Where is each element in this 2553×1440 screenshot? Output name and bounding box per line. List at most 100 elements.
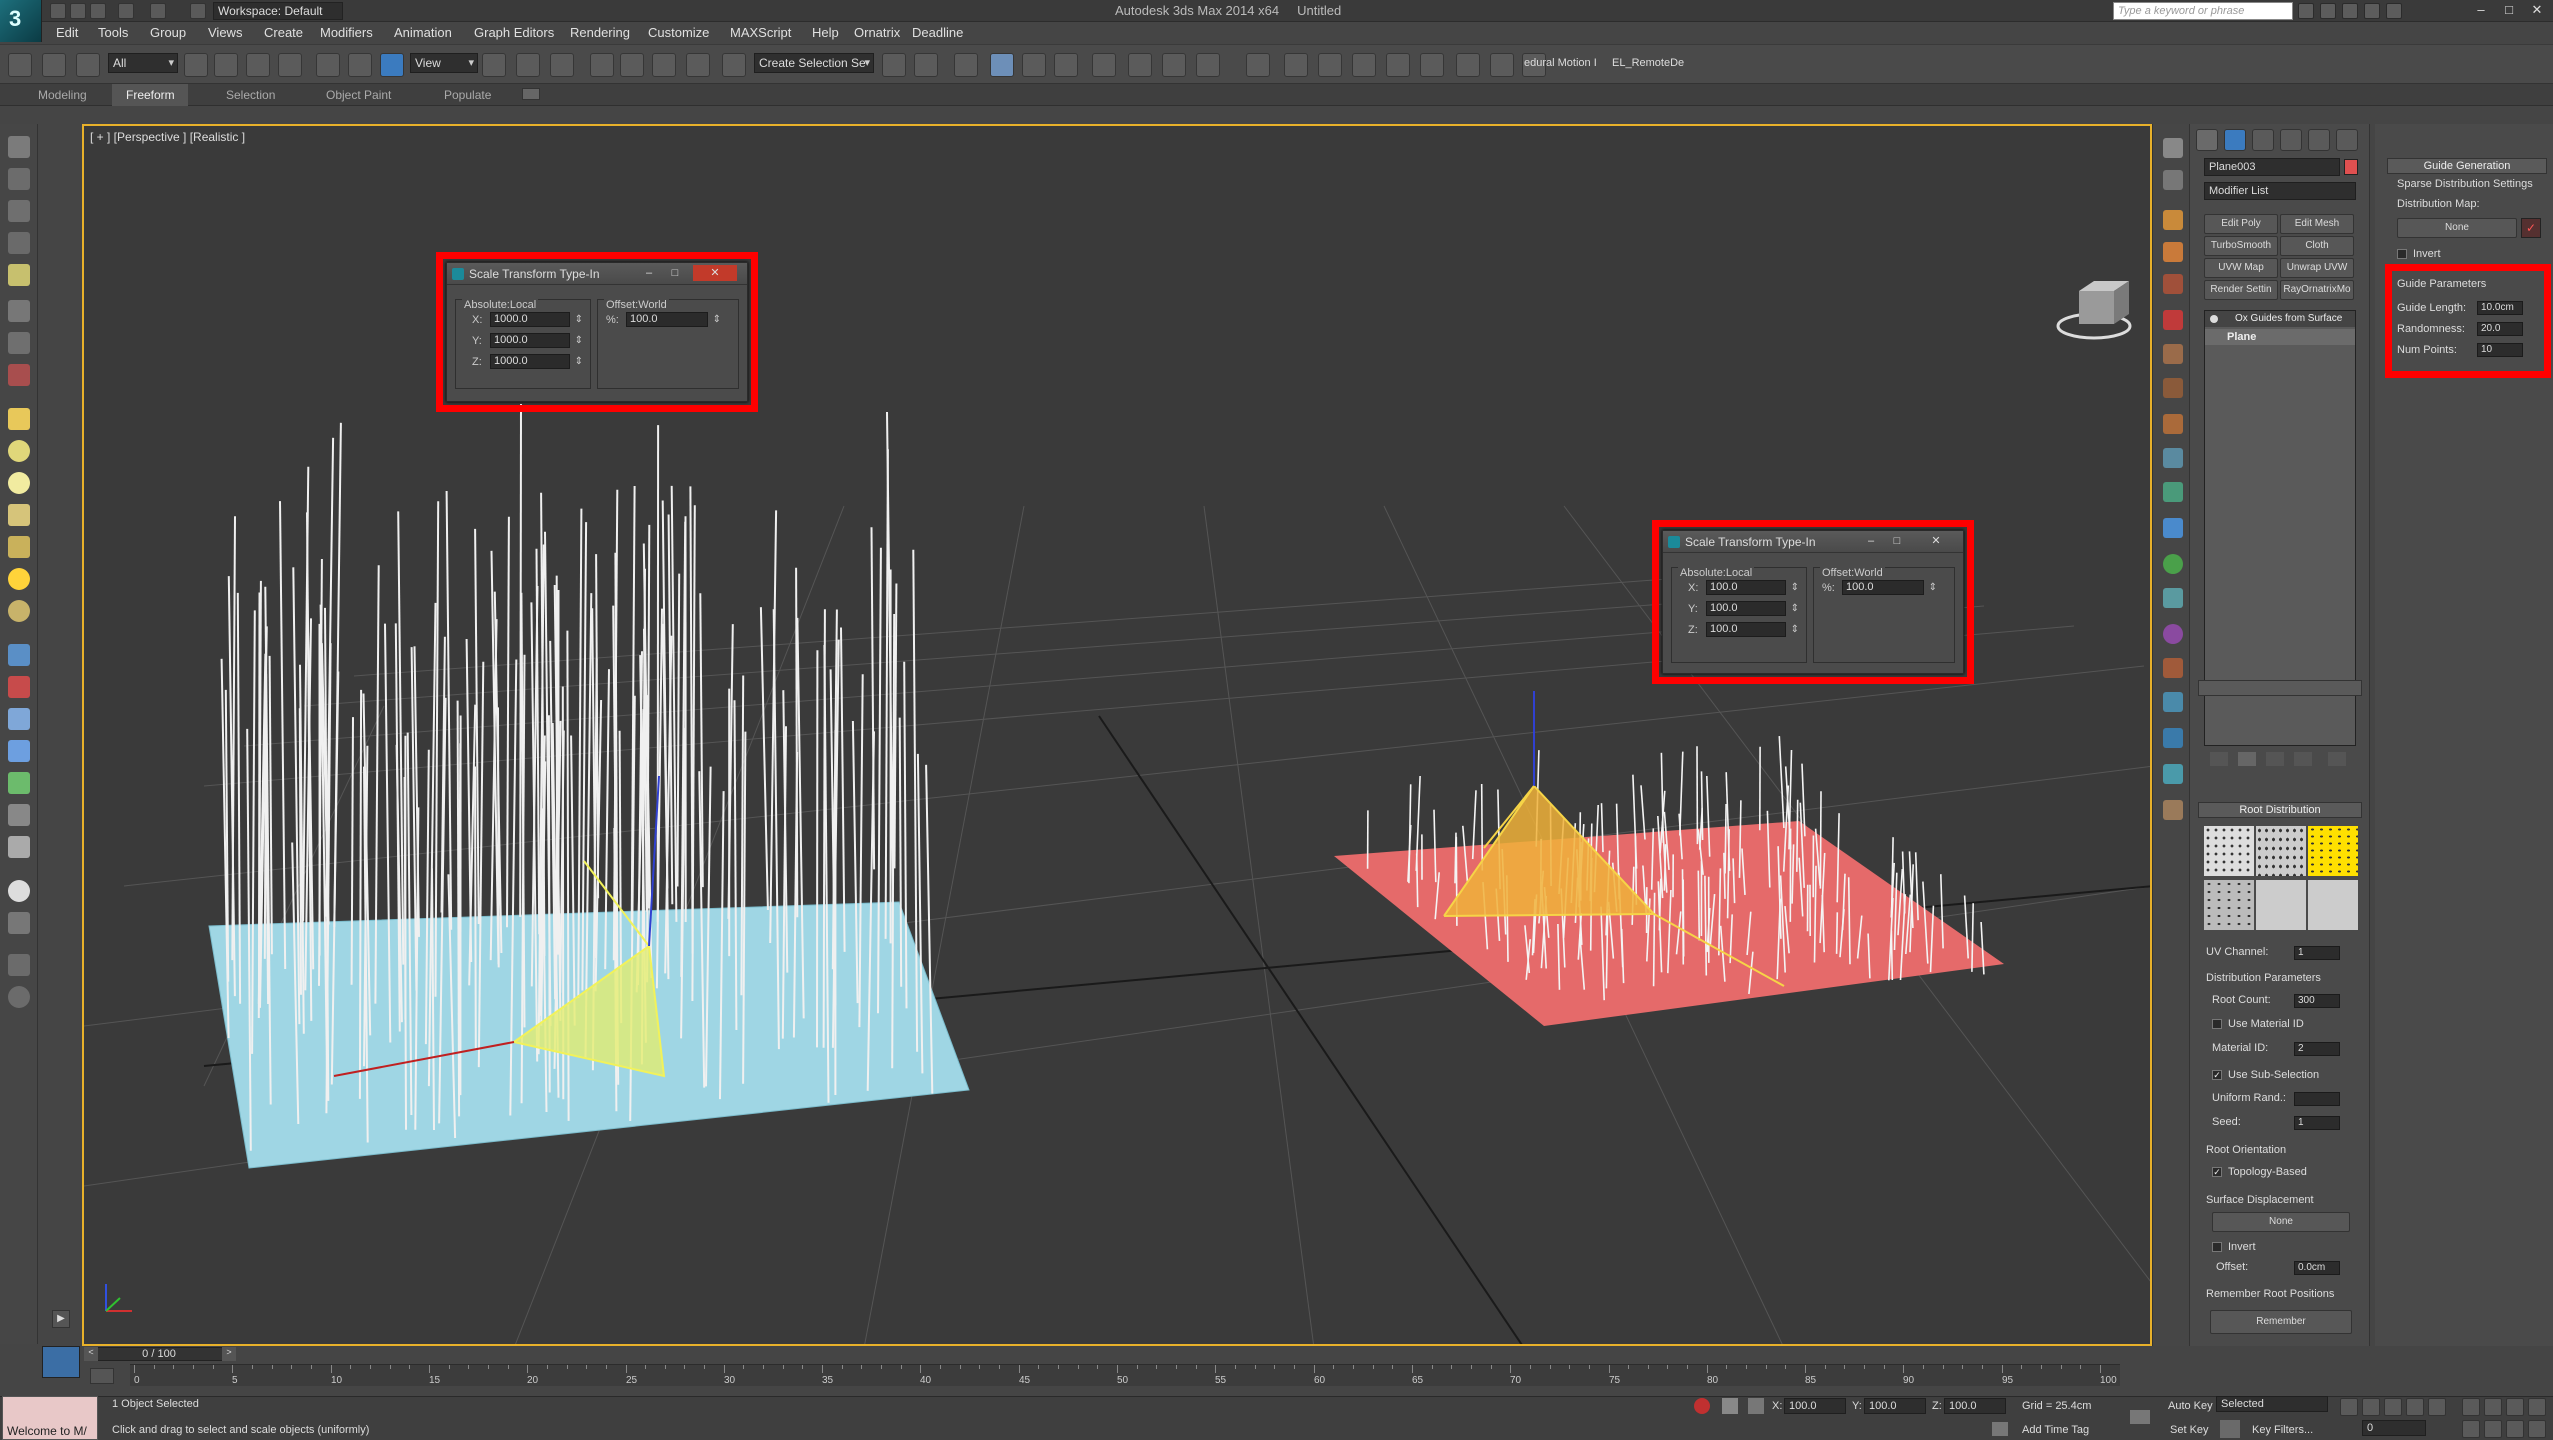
configure-sets-icon[interactable] [2328, 752, 2346, 766]
time-slider[interactable]: 0 / 100 [84, 1347, 234, 1361]
field-of-view-icon[interactable] [2462, 1420, 2480, 1438]
menu-tools[interactable]: Tools [98, 25, 128, 40]
grid-icon[interactable] [8, 232, 30, 254]
menu-help[interactable]: Help [812, 25, 839, 40]
render-setup-icon[interactable] [1128, 53, 1152, 77]
go-to-end-icon[interactable] [2428, 1398, 2446, 1416]
menu-deadline[interactable]: Deadline [912, 25, 963, 40]
hair-comb-icon[interactable] [1386, 53, 1410, 77]
perspective-viewport[interactable]: [ + ] [Perspective ] [Realistic ] [82, 124, 2152, 1346]
frame-arrow-icon[interactable] [1490, 53, 1514, 77]
rect-selection-icon[interactable] [246, 53, 270, 77]
named-selection-dropdown[interactable]: Create Selection Se [754, 53, 874, 73]
menu-views[interactable]: Views [208, 25, 242, 40]
zoom-icon[interactable] [2462, 1398, 2480, 1416]
select-object-icon[interactable] [184, 53, 208, 77]
uniform-rand-spinner[interactable] [2294, 1092, 2340, 1106]
scene-explorer-icon[interactable] [8, 136, 30, 158]
distribution-random-icon[interactable] [2256, 826, 2306, 876]
favorites-icon[interactable] [2364, 3, 2380, 19]
strip-icon-16[interactable] [2163, 658, 2183, 678]
make-unique-icon[interactable] [2266, 752, 2284, 766]
angle-snap-icon[interactable] [620, 53, 644, 77]
distribution-vertex-icon[interactable] [2204, 880, 2254, 930]
sun-icon[interactable] [8, 568, 30, 590]
add-time-tag[interactable]: Add Time Tag [2022, 1424, 2089, 1436]
help-circle-icon[interactable] [8, 986, 30, 1008]
pin-stack-icon[interactable] [2210, 752, 2228, 766]
dialog-2-x-field[interactable]: 100.0 [1706, 580, 1799, 595]
offset-spinner[interactable]: 0.0cm [2294, 1261, 2340, 1275]
edit-poly-button[interactable]: Edit Poly [2204, 214, 2278, 234]
hair-brush-icon[interactable] [1352, 53, 1376, 77]
trackbar[interactable]: 0 5 10 15 20 25 30 35 40 45 50 55 60 65 70 75 80 85 90 95 10… [130, 1364, 2120, 1386]
cloth-icon[interactable] [1318, 53, 1342, 77]
stack-item-ox-guides[interactable]: Ox Guides from Surface [2205, 311, 2355, 327]
keyboard-shortcut-icon[interactable] [550, 53, 574, 77]
strip-icon-8[interactable] [2163, 378, 2183, 398]
cone-icon[interactable] [8, 440, 30, 462]
particle-icon[interactable] [8, 644, 30, 666]
mini-curve-editor-icon[interactable] [42, 1346, 80, 1378]
ray-ornatrix-button[interactable]: RayOrnatrixMo [2280, 280, 2354, 300]
geosphere-icon[interactable] [8, 600, 30, 622]
tab-modeling[interactable]: Modeling [24, 84, 101, 106]
container-icon[interactable] [1246, 53, 1270, 77]
uvw-map-button[interactable]: UVW Map [2204, 258, 2278, 278]
dialog-1-close-icon[interactable]: ✕ [693, 265, 737, 281]
strip-icon-7[interactable] [2163, 344, 2183, 364]
maxscript-mini-listener[interactable]: Welcome to M/ [2, 1396, 98, 1440]
new-file-icon[interactable] [50, 3, 66, 19]
box-icon[interactable] [8, 408, 30, 430]
coord-x-field[interactable]: 100.0 [1784, 1398, 1846, 1414]
display-tab-icon[interactable] [2308, 129, 2330, 151]
bones-icon[interactable] [8, 708, 30, 730]
distribution-guides-icon[interactable] [2308, 880, 2358, 930]
absolute-mode-icon[interactable] [1748, 1398, 1764, 1414]
isolate-icon[interactable] [1694, 1398, 1710, 1414]
dialog-1-maximize-icon[interactable]: □ [663, 265, 687, 281]
dynamics-icon[interactable] [8, 676, 30, 698]
dialog-2-z-field[interactable]: 100.0 [1706, 622, 1799, 637]
timeline-settings-icon[interactable] [90, 1368, 114, 1384]
ref-coord-dropdown[interactable]: View [410, 53, 478, 73]
menu-edit[interactable]: Edit [56, 25, 78, 40]
maxscript-listener-icon[interactable]: ▶ [52, 1310, 70, 1328]
utilities-tab-icon[interactable] [2336, 129, 2358, 151]
strip-icon-13[interactable] [2163, 554, 2183, 574]
strip-icon-18[interactable] [2163, 728, 2183, 748]
material-editor-icon[interactable] [1092, 53, 1116, 77]
use-material-id-checkbox[interactable] [2212, 1019, 2222, 1029]
dialog-1-minimize-icon[interactable]: – [637, 265, 661, 281]
menu-modifiers[interactable]: Modifiers [320, 25, 373, 40]
dialog-2-y-field[interactable]: 100.0 [1706, 601, 1799, 616]
go-to-start-icon[interactable] [2340, 1398, 2358, 1416]
distribution-uniform-icon[interactable] [2204, 826, 2254, 876]
help-icon[interactable] [2386, 3, 2402, 19]
menu-graph-editors[interactable]: Graph Editors [474, 25, 554, 40]
helper-icon[interactable] [8, 300, 30, 322]
lock-selection-icon[interactable] [1722, 1398, 1738, 1414]
key-mode-dropdown[interactable]: Selected [2216, 1396, 2328, 1412]
tab-object-paint[interactable]: Object Paint [312, 84, 405, 106]
dialog-1-percent-field[interactable]: 100.0 [626, 312, 721, 327]
tab-populate[interactable]: Populate [430, 84, 505, 106]
strip-icon-19[interactable] [2163, 764, 2183, 784]
distribution-face-icon[interactable] [2308, 826, 2358, 876]
next-frame-icon[interactable] [2406, 1398, 2424, 1416]
spacewarp-icon[interactable] [8, 332, 30, 354]
zoom-extents-all-icon[interactable] [2528, 1398, 2546, 1416]
foliage-icon[interactable] [8, 772, 30, 794]
save-file-icon[interactable] [90, 3, 106, 19]
create-tab-icon[interactable] [2196, 129, 2218, 151]
select-manipulate-icon[interactable] [516, 53, 540, 77]
set-key-icon[interactable] [2220, 1420, 2240, 1438]
strip-icon-11[interactable] [2163, 482, 2183, 502]
maximize-viewport-icon[interactable] [2528, 1420, 2546, 1438]
motion-tab-icon[interactable] [2280, 129, 2302, 151]
sphere-prim-icon[interactable] [8, 472, 30, 494]
dialog-1-z-field[interactable]: 1000.0 [490, 354, 583, 369]
strip-icon-10[interactable] [2163, 448, 2183, 468]
remote-deadline-button[interactable]: EL_RemoteDe [1612, 57, 1684, 69]
select-by-name-icon[interactable] [214, 53, 238, 77]
